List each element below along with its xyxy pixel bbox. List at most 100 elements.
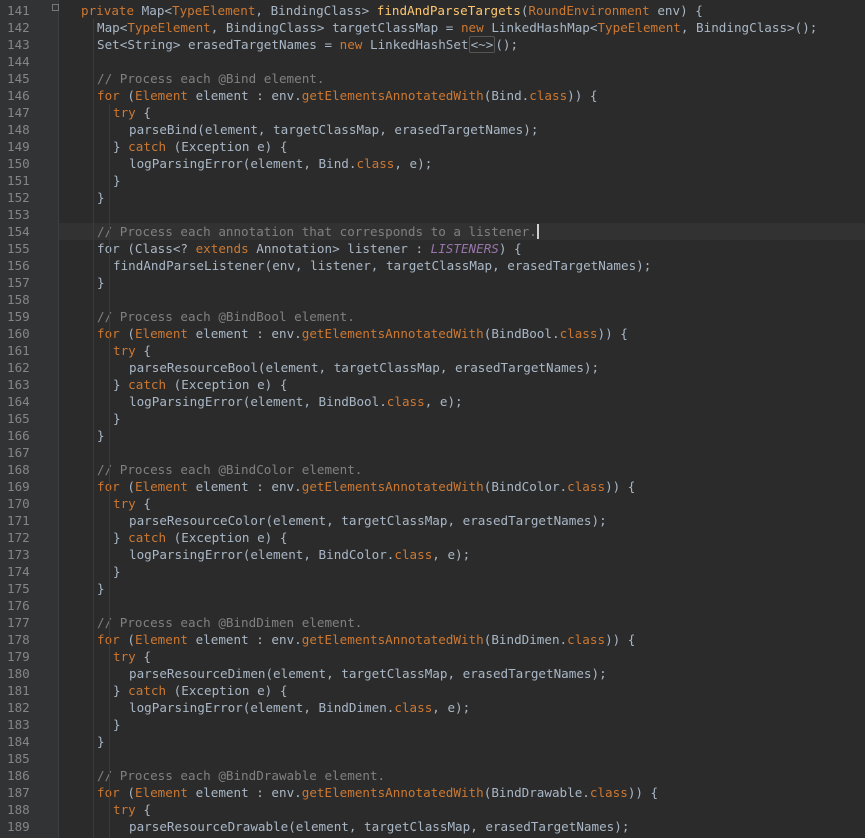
code-line[interactable]: for (Element element : env.getElementsAn… — [59, 478, 865, 495]
code-line[interactable]: // Process each @BindColor element. — [59, 461, 865, 478]
code-token: element : env. — [188, 326, 302, 341]
code-token: findAndParseListener(env, listener, targ… — [113, 258, 652, 273]
code-line[interactable]: for (Element element : env.getElementsAn… — [59, 784, 865, 801]
code-line[interactable] — [59, 206, 865, 223]
line-number: 156 — [7, 258, 30, 273]
code-line-text: // Process each @BindDimen element. — [97, 614, 362, 631]
code-line-text: findAndParseListener(env, listener, targ… — [113, 257, 651, 274]
code-token: LISTENERS — [430, 241, 499, 256]
code-line[interactable]: // Process each @Bind element. — [59, 70, 865, 87]
code-line[interactable]: try { — [59, 104, 865, 121]
code-line-text: } catch (Exception e) { — [113, 376, 287, 393]
code-token: )) { — [597, 326, 628, 341]
code-line-text: try { — [113, 104, 151, 121]
code-token: (BindColor. — [483, 479, 568, 494]
line-number: 153 — [7, 207, 30, 222]
code-token: parseResourceDimen(element, targetClassM… — [129, 666, 607, 681]
line-number-gutter[interactable]: 141 142 143 144 145 146 147 148 149 150 151 152 153 1… — [0, 0, 59, 838]
code-line[interactable]: } catch (Exception e) { — [59, 529, 865, 546]
code-token: TypeElement — [597, 20, 681, 35]
code-line-text: logParsingError(element, BindBool.class,… — [129, 393, 463, 410]
code-line[interactable] — [59, 444, 865, 461]
code-line[interactable]: } — [59, 733, 865, 750]
code-line[interactable]: } — [59, 410, 865, 427]
code-line[interactable]: // Process each annotation that correspo… — [59, 223, 865, 240]
code-line[interactable]: for (Class<? extends Annotation> listene… — [59, 240, 865, 257]
code-token: } — [113, 377, 129, 392]
code-line[interactable]: try { — [59, 801, 865, 818]
code-line[interactable] — [59, 597, 865, 614]
code-editor[interactable]: 141 142 143 144 145 146 147 148 149 150 151 152 153 1… — [0, 0, 865, 838]
code-line[interactable]: parseBind(element, targetClassMap, erase… — [59, 121, 865, 138]
code-line[interactable]: // Process each @BindDimen element. — [59, 614, 865, 631]
code-line[interactable]: parseResourceDimen(element, targetClassM… — [59, 665, 865, 682]
indent-guide — [109, 104, 110, 838]
code-token: class — [386, 394, 425, 409]
code-line[interactable]: parseResourceDrawable(element, targetCla… — [59, 818, 865, 835]
code-line-text: // Process each annotation that correspo… — [97, 223, 539, 240]
line-number: 151 — [7, 173, 30, 188]
code-area[interactable]: private Map<TypeElement, BindingClass> f… — [59, 0, 865, 838]
code-line[interactable]: logParsingError(element, BindBool.class,… — [59, 393, 865, 410]
code-line[interactable]: } catch (Exception e) { — [59, 376, 865, 393]
code-line-text: private Map<TypeElement, BindingClass> f… — [81, 2, 703, 19]
line-number: 187 — [7, 785, 30, 800]
code-line[interactable]: // Process each @BindDrawable element. — [59, 767, 865, 784]
code-line[interactable]: try { — [59, 648, 865, 665]
code-line[interactable]: } catch (Exception e) { — [59, 682, 865, 699]
code-line[interactable]: findAndParseListener(env, listener, targ… — [59, 257, 865, 274]
line-number: 154 — [7, 224, 30, 239]
line-number: 141 — [7, 3, 30, 18]
code-token: class — [356, 156, 395, 171]
code-line[interactable]: Set<String> erasedTargetNames = new Link… — [59, 36, 865, 53]
code-line-text: } — [97, 733, 105, 750]
code-line[interactable] — [59, 53, 865, 70]
code-line[interactable]: for (Element element : env.getElementsAn… — [59, 325, 865, 342]
code-token: Map< — [141, 3, 173, 18]
code-token: for — [97, 785, 128, 800]
code-token: } — [113, 564, 121, 579]
code-token: parseBind(element, targetClassMap, erase… — [129, 122, 539, 137]
code-line-text: // Process each @BindBool element. — [97, 308, 355, 325]
code-token: (Exception e) { — [173, 377, 288, 392]
code-line[interactable]: logParsingError(element, BindColor.class… — [59, 546, 865, 563]
line-number: 146 — [7, 88, 30, 103]
code-line-text: } — [97, 189, 105, 206]
code-line[interactable]: // Process each @BindBool element. — [59, 308, 865, 325]
line-number: 189 — [7, 819, 30, 834]
code-line[interactable]: logParsingError(element, BindDimen.class… — [59, 699, 865, 716]
code-token: ( — [127, 632, 135, 647]
code-line[interactable]: for (Element element : env.getElementsAn… — [59, 631, 865, 648]
line-number: 184 — [7, 734, 30, 749]
code-line[interactable]: } — [59, 563, 865, 580]
code-line-text: logParsingError(element, BindDimen.class… — [129, 699, 470, 716]
code-line[interactable]: } catch (Exception e) { — [59, 138, 865, 155]
code-line[interactable]: Map<TypeElement, BindingClass> targetCla… — [59, 19, 865, 36]
code-line[interactable]: } — [59, 580, 865, 597]
code-line[interactable]: logParsingError(element, Bind.class, e); — [59, 155, 865, 172]
line-number: 172 — [7, 530, 30, 545]
code-line[interactable]: for (Element element : env.getElementsAn… — [59, 87, 865, 104]
code-line[interactable]: } — [59, 274, 865, 291]
code-token: , e); — [424, 394, 463, 409]
code-line[interactable]: try { — [59, 342, 865, 359]
code-token: Element — [134, 326, 189, 341]
code-line-text: // Process each @Bind element. — [97, 70, 324, 87]
code-comment: // Process each @BindColor element. — [97, 462, 363, 477]
code-line[interactable]: } — [59, 172, 865, 189]
code-line[interactable]: } — [59, 189, 865, 206]
line-number: 142 — [7, 20, 30, 35]
code-line[interactable]: parseResourceColor(element, targetClassM… — [59, 512, 865, 529]
code-line[interactable] — [59, 291, 865, 308]
code-line-text: // Process each @BindColor element. — [97, 461, 362, 478]
code-line[interactable]: try { — [59, 495, 865, 512]
code-line[interactable] — [59, 750, 865, 767]
code-line[interactable]: parseResourceBool(element, targetClassMa… — [59, 359, 865, 376]
code-line[interactable]: } — [59, 716, 865, 733]
code-line[interactable]: } — [59, 427, 865, 444]
code-token: ( — [127, 785, 135, 800]
line-number: 174 — [7, 564, 30, 579]
code-token: } — [113, 683, 129, 698]
line-number: 162 — [7, 360, 30, 375]
code-line[interactable]: private Map<TypeElement, BindingClass> f… — [59, 2, 865, 19]
